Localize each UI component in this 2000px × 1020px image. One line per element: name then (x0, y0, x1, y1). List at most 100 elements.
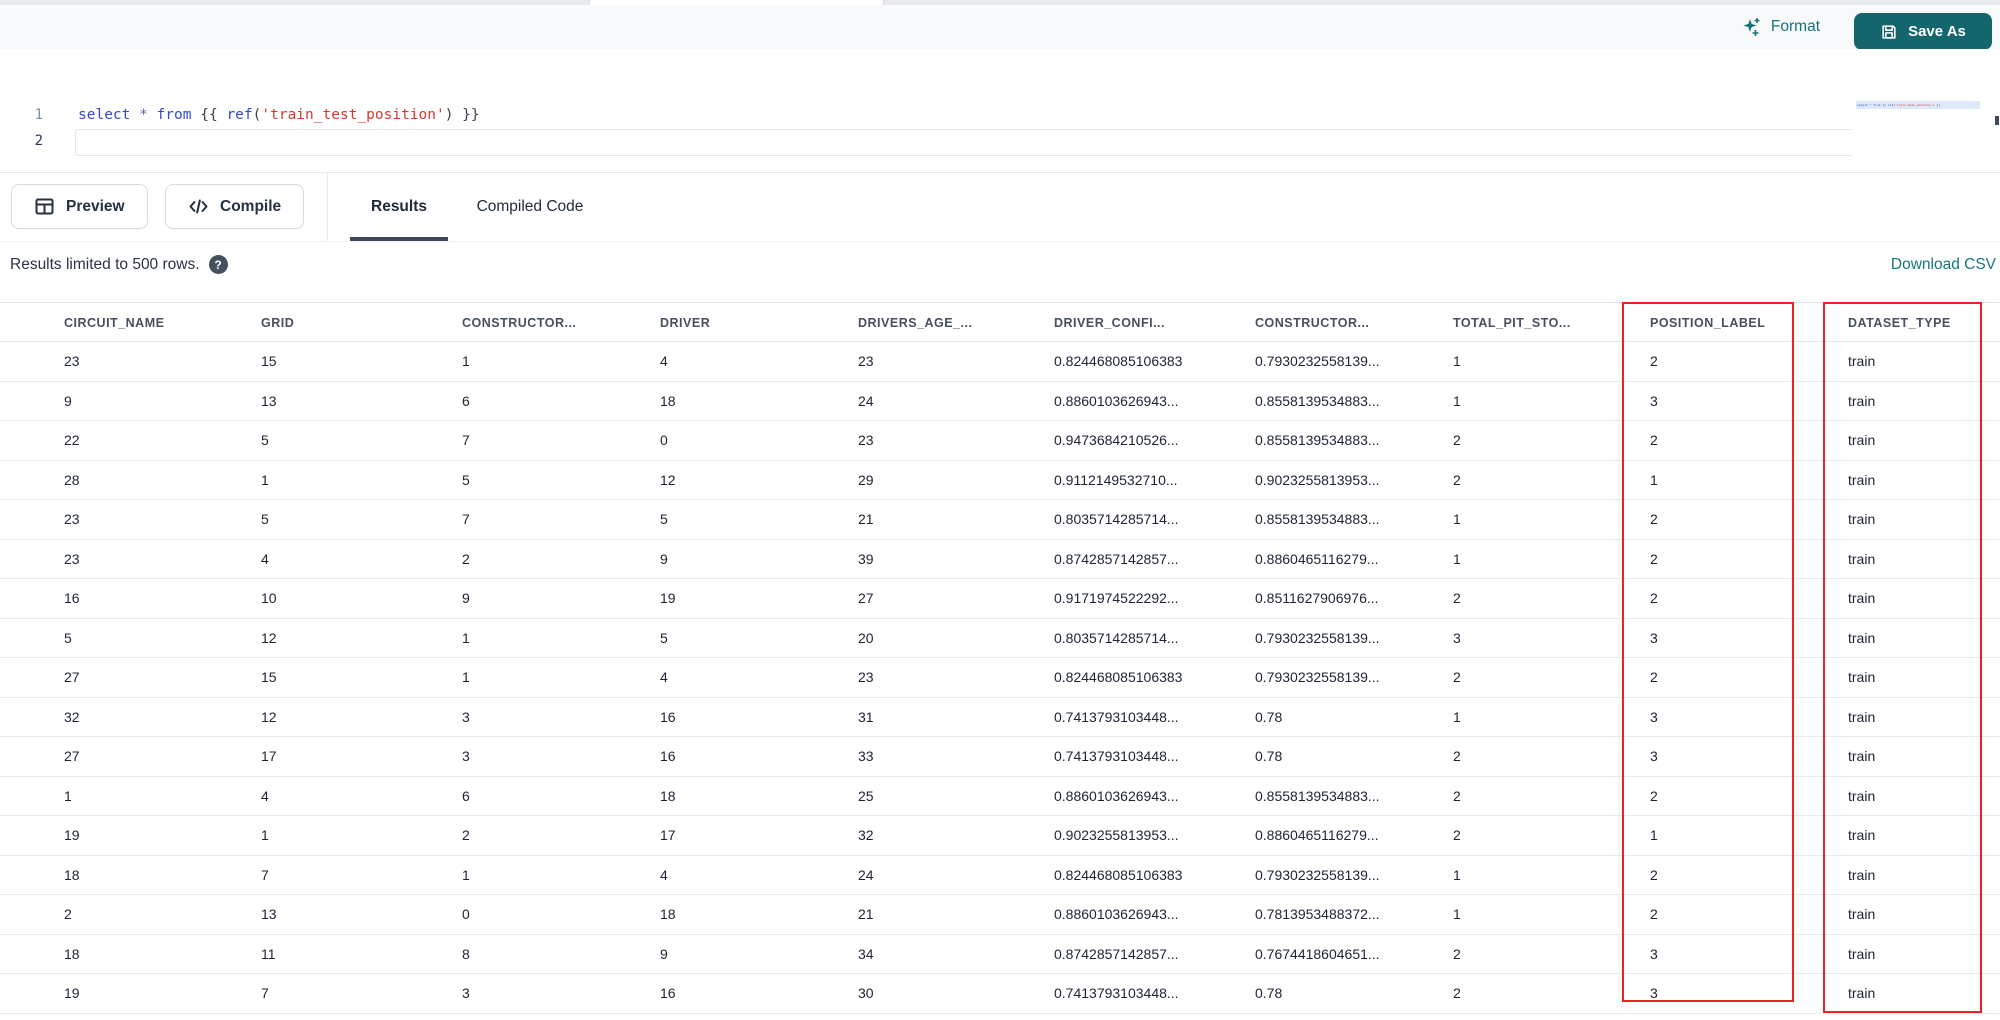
table-cell: 23 (858, 432, 874, 448)
column-header: GRID (261, 316, 295, 330)
table-cell: 12 (261, 708, 277, 725)
help-icon[interactable]: ? (208, 255, 228, 274)
column-header: CIRCUIT_NAME (64, 316, 165, 330)
table-cell: 0.8742857142857... (1054, 945, 1179, 962)
table-cell: 2 (1650, 787, 1658, 804)
minimap-code-line: select * from {{ ref('train_test_positio… (1857, 103, 1941, 107)
column-header: CONSTRUCTOR... (1255, 316, 1370, 330)
sql-code-editor[interactable]: 1 2 select * from {{ ref('train_test_pos… (0, 49, 2000, 221)
save-as-button[interactable]: Save As (1854, 13, 1992, 50)
save-icon (1880, 23, 1898, 41)
table-cell: 9 (462, 590, 470, 606)
table-cell: 6 (462, 787, 470, 804)
current-line-highlight[interactable] (75, 129, 1854, 156)
table-cell: train (1848, 906, 1876, 922)
results-toolbar: Preview Compile Results Compiled Code (0, 172, 2000, 242)
table-cell: 18 (660, 392, 676, 409)
table-cell: 3 (1650, 985, 1658, 1001)
table-cell: 5 (261, 511, 269, 527)
table-cell: 2 (1650, 669, 1658, 685)
table-cell: 13 (261, 392, 277, 409)
table-cell: 1 (64, 787, 72, 804)
table-cell: 21 (858, 511, 874, 527)
table-cell: 0.7674418604651... (1255, 945, 1380, 962)
table-cell: 1 (1453, 866, 1461, 883)
table-cell: 10 (261, 590, 277, 606)
table-cell: 23 (64, 353, 80, 369)
table-row: 18 11 8 9 34 0.8742857142857... 0.767441860465… (0, 934, 2000, 974)
table-cell: 2 (1650, 906, 1658, 922)
table-cell: 0.7813953488372... (1255, 906, 1380, 922)
compile-button[interactable]: Compile (165, 184, 305, 229)
table-cell: 21 (858, 906, 874, 922)
table-cell: 2 (64, 906, 72, 922)
table-body: 23 15 1 4 23 0.824468085106383 0.7930232558139… (0, 342, 2000, 1014)
table-cell: 13 (261, 906, 277, 922)
table-cell: 0.8035714285714... (1054, 511, 1179, 527)
table-cell: 23 (858, 669, 874, 685)
table-cell: 0.824468085106383 (1054, 353, 1183, 369)
table-cell: 0.8860465116279... (1255, 550, 1379, 567)
download-csv-link[interactable]: Download CSV (1891, 256, 1996, 274)
table-cell: 23 (64, 511, 80, 527)
table-cell: 3 (462, 748, 470, 764)
table-row: 23 5 7 5 21 0.8035714285714... 0.8558139534883… (0, 500, 2000, 540)
row-limit-note: Results limited to 500 rows. ? (10, 255, 228, 274)
format-button[interactable]: Format (1742, 5, 1820, 49)
table-header-row: CIRCUIT_NAME GRID CONSTRUCTOR... DRIVER DRIV… (0, 302, 2000, 342)
table-row: 18 7 1 4 24 0.824468085106383 0.7930232558139.… (0, 855, 2000, 895)
table-cell: 2 (1650, 511, 1658, 527)
table-cell: 24 (858, 866, 874, 883)
table-cell: 5 (261, 432, 269, 448)
column-header: CONSTRUCTOR... (462, 316, 577, 330)
table-cell: 0.8860465116279... (1255, 827, 1379, 843)
column-header: DRIVER (660, 316, 711, 330)
table-cell: 2 (1650, 590, 1658, 606)
minimap-scroll-marker[interactable] (1995, 116, 1999, 125)
table-cell: 7 (261, 866, 269, 883)
table-cell: 0.8558139534883... (1255, 511, 1380, 527)
table-cell: 0.7413793103448... (1054, 748, 1179, 764)
table-cell: 7 (462, 511, 470, 527)
table-cell: train (1848, 985, 1876, 1001)
table-row: 22 5 7 0 23 0.9473684210526... 0.8558139534883… (0, 421, 2000, 461)
table-cell: 0.8558139534883... (1255, 432, 1380, 448)
table-cell: 25 (858, 787, 874, 804)
table-row: 19 7 3 16 30 0.7413793103448... 0.78 2 3 train (0, 974, 2000, 1014)
table-row: 16 10 9 19 27 0.9171974522292... 0.85116279069… (0, 579, 2000, 619)
table-cell: 2 (1453, 985, 1461, 1001)
table-cell: 1 (462, 629, 470, 646)
table-cell: 3 (1650, 392, 1658, 409)
table-cell: 0.9171974522292... (1054, 590, 1179, 606)
table-cell: train (1848, 511, 1876, 527)
table-cell: 0.78 (1255, 748, 1283, 764)
table-cell: 39 (858, 550, 874, 567)
table-cell: 16 (660, 985, 676, 1001)
table-cell: 3 (1650, 629, 1658, 646)
table-cell: 0.8860103626943... (1054, 787, 1179, 804)
table-cell: 24 (858, 392, 874, 409)
table-cell: 1 (1453, 906, 1461, 922)
table-row: 1 4 6 18 25 0.8860103626943... 0.8558139534883… (0, 776, 2000, 816)
table-cell: 20 (858, 629, 874, 646)
tab-results[interactable]: Results (350, 173, 448, 241)
table-cell: 0.824468085106383 (1054, 669, 1183, 685)
tab-compiled-code[interactable]: Compiled Code (455, 173, 605, 241)
table-cell: 2 (1453, 432, 1461, 448)
table-cell: 1 (261, 471, 269, 488)
table-cell: 0.78 (1255, 708, 1283, 725)
save-as-label: Save As (1908, 23, 1966, 40)
table-cell: 15 (261, 669, 277, 685)
table-cell: 2 (1453, 787, 1461, 804)
column-header: DATASET_TYPE (1848, 316, 1951, 330)
preview-button[interactable]: Preview (11, 184, 148, 229)
table-cell: 11 (261, 945, 276, 962)
table-cell: train (1848, 827, 1876, 843)
table-row: 2 13 0 18 21 0.8860103626943... 0.781395348837… (0, 895, 2000, 935)
table-cell: 0.7413793103448... (1054, 985, 1179, 1001)
table-cell: 2 (462, 827, 470, 843)
table-cell: 5 (660, 629, 668, 646)
table-cell: 18 (660, 906, 676, 922)
sql-code-line[interactable]: select * from {{ ref('train_test_positio… (78, 107, 480, 123)
table-cell: 22 (64, 432, 80, 448)
